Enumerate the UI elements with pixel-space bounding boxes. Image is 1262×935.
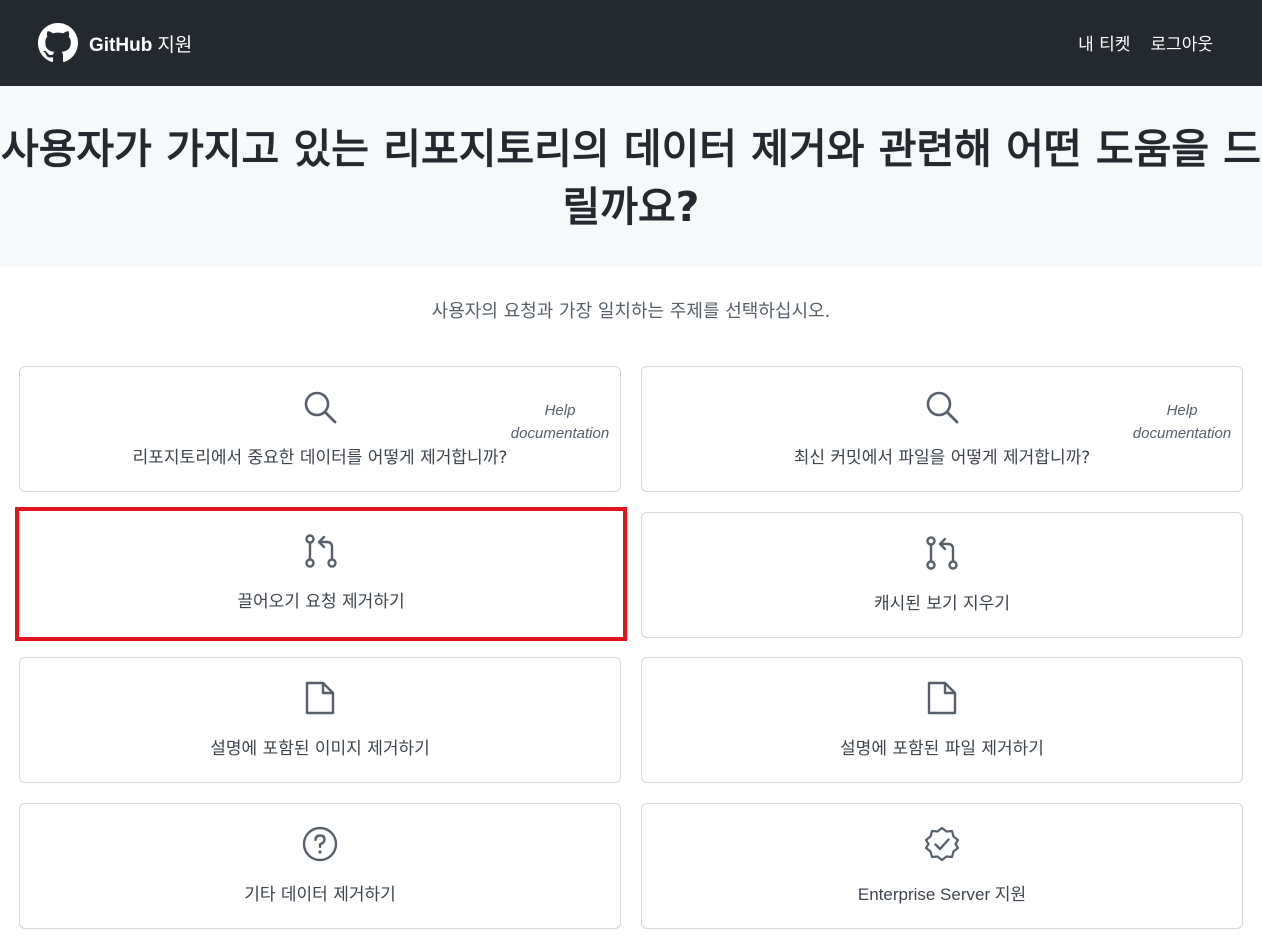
topic-card-label: 끌어오기 요청 제거하기 (237, 592, 405, 612)
my-tickets-link[interactable]: 내 티켓 (1078, 30, 1130, 55)
topic-card-remove-embedded-file[interactable]: 설명에 포함된 파일 제거하기 (641, 657, 1243, 783)
verified-badge-icon (924, 826, 960, 862)
github-logo-icon (38, 23, 78, 63)
file-icon (305, 681, 335, 715)
topic-card-clear-cached-view[interactable]: 캐시된 보기 지우기 (641, 512, 1243, 638)
topic-card-label: Enterprise Server 지원 (857, 885, 1027, 904)
topic-card-enterprise-server-support[interactable]: Enterprise Server 지원 (641, 803, 1243, 929)
brand[interactable]: GitHub 지원 (38, 23, 192, 63)
question-icon (302, 826, 338, 862)
search-icon (926, 391, 959, 424)
brand-title: GitHub 지원 (89, 30, 192, 57)
brand-name: GitHub (89, 34, 153, 56)
topic-card-sensitive-data[interactable]: 리포지토리에서 중요한 데이터를 어떻게 제거합니까? Help documen… (19, 366, 621, 492)
brand-suffix: 지원 (157, 33, 193, 56)
topic-card-label: 설명에 포함된 파일 제거하기 (840, 739, 1044, 759)
top-navigation-bar: GitHub 지원 내 티켓 로그아웃 (0, 0, 1262, 86)
pull-request-icon (305, 534, 337, 568)
topic-card-label: 리포지토리에서 중요한 데이터를 어떻게 제거합니까? (132, 448, 508, 468)
topic-card-label: 기타 데이터 제거하기 (244, 885, 396, 905)
topic-card-remove-file-commit[interactable]: 최신 커밋에서 파일을 어떻게 제거합니까? Help documentatio… (641, 366, 1243, 492)
user-nav: 내 티켓 로그아웃 (1078, 30, 1213, 55)
logout-link[interactable]: 로그아웃 (1150, 30, 1213, 55)
topic-card-label: 설명에 포함된 이미지 제거하기 (210, 739, 430, 759)
page-subtitle: 사용자의 요청과 가장 일치하는 주제를 선택하십시오. (431, 301, 831, 322)
file-icon (927, 681, 957, 715)
search-icon (304, 391, 337, 424)
topic-card-label: 캐시된 보기 지우기 (874, 594, 1010, 614)
help-documentation-tag: Help documentation (510, 402, 610, 442)
topic-card-label: 최신 커밋에서 파일을 어떻게 제거합니까? (793, 448, 1091, 468)
topic-card-remove-other-data[interactable]: 기타 데이터 제거하기 (19, 803, 621, 929)
hero-banner: 사용자가 가지고 있는 리포지토리의 데이터 제거와 관련해 어떤 도움을 드릴… (0, 86, 1262, 266)
page-title: 사용자가 가지고 있는 리포지토리의 데이터 제거와 관련해 어떤 도움을 드릴… (0, 125, 1262, 231)
help-documentation-tag: Help documentation (1132, 402, 1232, 442)
pull-request-icon (926, 536, 958, 570)
topic-card-remove-embedded-image[interactable]: 설명에 포함된 이미지 제거하기 (19, 657, 621, 783)
topic-card-remove-pull-request[interactable]: 끌어오기 요청 제거하기 (15, 507, 627, 641)
